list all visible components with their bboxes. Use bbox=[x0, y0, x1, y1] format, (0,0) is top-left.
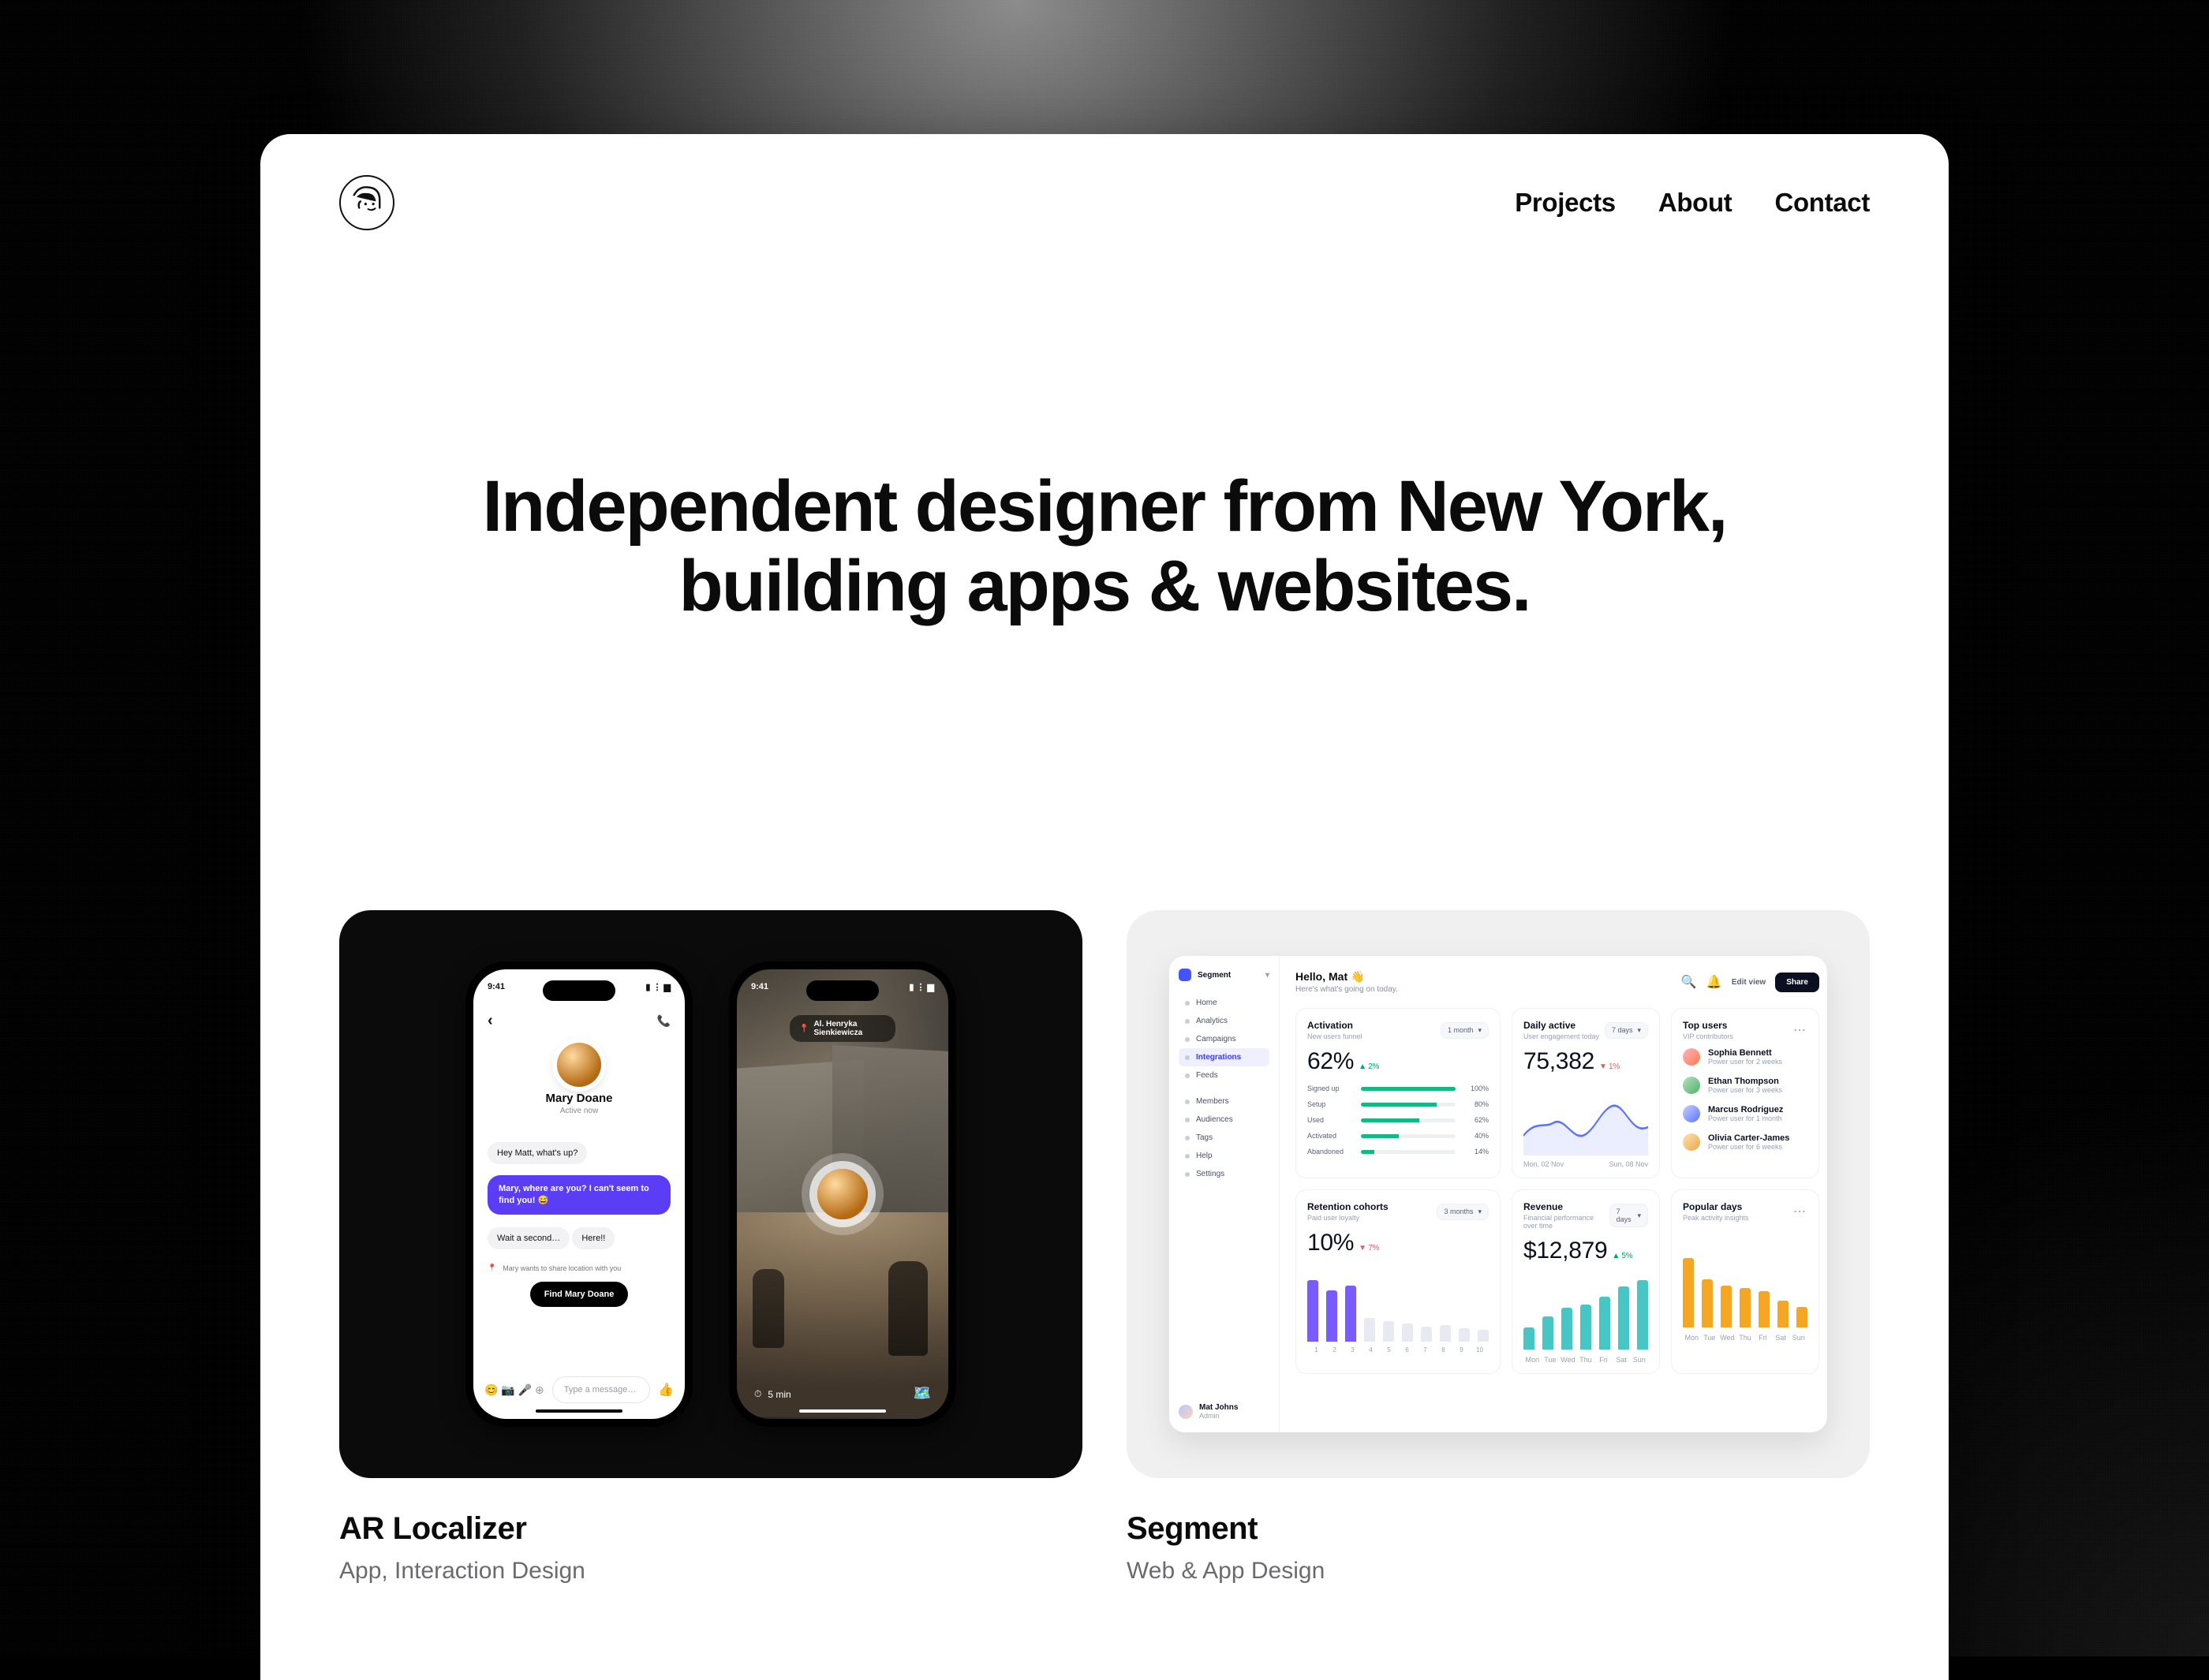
hello-sub: Here's what's going on today. bbox=[1295, 985, 1398, 994]
funnel-row: Abandoned14% bbox=[1307, 1148, 1489, 1155]
find-cta-button: Find Mary Doane bbox=[530, 1282, 629, 1307]
phone-mock-ar: 9:41▮ ⋮ ▆ 📍 Al. Henryka Sienkiewicza bbox=[729, 961, 956, 1427]
call-icon: 📞 bbox=[657, 1014, 671, 1028]
chat-bubble-incoming: Here!! bbox=[572, 1227, 615, 1249]
address-pill: 📍 Al. Henryka Sienkiewicza bbox=[790, 1015, 895, 1042]
ar-target-marker bbox=[817, 1169, 868, 1219]
hello-title: Hello, Mat 👋 bbox=[1295, 970, 1398, 984]
phone-mock-chat: 9:41 ▮ ⋮ ▆ ‹ 📞 Mary Doane Active now bbox=[465, 961, 693, 1427]
card-activation: Activation New users funnel 1 month▾ 62%… bbox=[1295, 1008, 1501, 1178]
sidebar-item: Audiences bbox=[1179, 1111, 1269, 1129]
sidebar-item: Settings bbox=[1179, 1165, 1269, 1183]
nav-projects[interactable]: Projects bbox=[1515, 188, 1616, 218]
message-input: Type a message… bbox=[552, 1376, 650, 1403]
location-share-row: 📍 Mary wants to share location with you bbox=[488, 1264, 671, 1272]
nav-about[interactable]: About bbox=[1658, 188, 1732, 218]
avatar-logo[interactable] bbox=[339, 175, 394, 230]
sidebar-item: Help bbox=[1179, 1147, 1269, 1165]
funnel-row: Used62% bbox=[1307, 1116, 1489, 1124]
brand-logo bbox=[1179, 969, 1191, 981]
sidebar-item: Campaigns bbox=[1179, 1030, 1269, 1048]
contact-status: Active now bbox=[473, 1107, 685, 1115]
search-icon: 🔍 bbox=[1681, 974, 1697, 990]
top-user-row: Sophia BennettPower user for 2 weeks bbox=[1683, 1048, 1807, 1066]
top-user-row: Ethan ThompsonPower user for 3 weeks bbox=[1683, 1077, 1807, 1094]
chat-bubble-outgoing: Mary, where are you? I can't seem to fin… bbox=[488, 1175, 671, 1215]
funnel-row: Signed up100% bbox=[1307, 1085, 1489, 1092]
hero-line-1: Independent designer from New York, bbox=[483, 466, 1727, 547]
sidebar-item: Integrations bbox=[1179, 1048, 1269, 1066]
project-thumb: 9:41 ▮ ⋮ ▆ ‹ 📞 Mary Doane Active now bbox=[339, 910, 1082, 1478]
map-toggle-icon: 🗺️ bbox=[914, 1385, 931, 1402]
back-arrow-icon: ‹ bbox=[488, 1012, 493, 1030]
sidebar-item: Tags bbox=[1179, 1129, 1269, 1147]
top-user-row: Marcus RodriguezPower user for 1 month bbox=[1683, 1105, 1807, 1122]
hero: Independent designer from New York, buil… bbox=[260, 230, 1949, 626]
message-input-bar: 😊 📷 🎤 ⊕ Type a message… 👍 bbox=[484, 1376, 674, 1403]
sparkline bbox=[1523, 1085, 1648, 1155]
chat-bubble-incoming: Hey Matt, what's up? bbox=[488, 1142, 587, 1164]
share-button: Share bbox=[1775, 973, 1819, 992]
nav-contact[interactable]: Contact bbox=[1774, 188, 1870, 218]
contact-name: Mary Doane bbox=[473, 1092, 685, 1105]
card-top-users: Top users VIP contributors ⋯ Sophia Benn… bbox=[1671, 1008, 1819, 1178]
projects-grid: 9:41 ▮ ⋮ ▆ ‹ 📞 Mary Doane Active now bbox=[260, 626, 1949, 1585]
card-popular-days: Popular days Peak activity insights ⋯ Mo… bbox=[1671, 1189, 1819, 1374]
hero-line-2: building apps & websites. bbox=[678, 546, 1530, 626]
pin-icon: 📍 bbox=[799, 1025, 809, 1033]
primary-nav: Projects About Contact bbox=[1515, 188, 1870, 218]
top-user-row: Olivia Carter-JamesPower user for 6 week… bbox=[1683, 1133, 1807, 1151]
duration-chip: ⏱5 min bbox=[754, 1388, 791, 1400]
card-daily-active: Daily active User engagement today 7 day… bbox=[1512, 1008, 1660, 1178]
more-icon: ⋯ bbox=[1792, 1204, 1807, 1219]
brand: Segment ▾ bbox=[1179, 969, 1269, 981]
project-title: AR Localizer bbox=[339, 1511, 1082, 1547]
funnel-row: Activated40% bbox=[1307, 1132, 1489, 1140]
hero-headline: Independent designer from New York, buil… bbox=[323, 467, 1886, 626]
dashboard-mock: Segment ▾ HomeAnalyticsCampaignsIntegrat… bbox=[1169, 956, 1827, 1432]
chevron-down-icon: ▾ bbox=[1265, 971, 1269, 980]
funnel-row: Setup80% bbox=[1307, 1100, 1489, 1108]
location-icon: 📍 bbox=[488, 1264, 496, 1272]
sidebar-item: Analytics bbox=[1179, 1012, 1269, 1030]
project-subtitle: App, Interaction Design bbox=[339, 1558, 1082, 1585]
clock-icon: ⏱ bbox=[754, 1388, 761, 1400]
sidebar-item: Home bbox=[1179, 994, 1269, 1012]
card-revenue: Revenue Financial performance over time … bbox=[1512, 1189, 1660, 1374]
sidebar-user: Mat Johns Admin bbox=[1179, 1403, 1269, 1420]
bell-icon: 🔔 bbox=[1706, 974, 1722, 990]
portfolio-page: Projects About Contact Independent desig… bbox=[260, 134, 1949, 1680]
input-icons: 😊 📷 🎤 ⊕ bbox=[484, 1383, 544, 1397]
contact-avatar bbox=[557, 1043, 601, 1087]
edit-view-link: Edit view bbox=[1732, 978, 1766, 987]
chevron-down-icon: ▾ bbox=[1478, 1026, 1482, 1035]
sidebar: Segment ▾ HomeAnalyticsCampaignsIntegrat… bbox=[1169, 956, 1280, 1432]
thumbs-up-icon: 👍 bbox=[658, 1382, 674, 1398]
chat-bubble-incoming: Wait a second… bbox=[488, 1227, 570, 1249]
status-icons: ▮ ⋮ ▆ bbox=[645, 982, 671, 992]
header: Projects About Contact bbox=[260, 134, 1949, 230]
face-icon bbox=[346, 182, 387, 223]
project-card-ar-localizer[interactable]: 9:41 ▮ ⋮ ▆ ‹ 📞 Mary Doane Active now bbox=[339, 910, 1082, 1585]
project-card-segment[interactable]: Segment ▾ HomeAnalyticsCampaignsIntegrat… bbox=[1127, 910, 1870, 1585]
project-subtitle: Web & App Design bbox=[1127, 1558, 1870, 1585]
card-retention: Retention cohorts Paid user loyalty 3 mo… bbox=[1295, 1189, 1501, 1374]
status-time: 9:41 bbox=[488, 982, 505, 992]
dashboard-main: Hello, Mat 👋 Here's what's going on toda… bbox=[1280, 956, 1827, 1432]
sidebar-item: Feeds bbox=[1179, 1066, 1269, 1085]
project-thumb: Segment ▾ HomeAnalyticsCampaignsIntegrat… bbox=[1127, 910, 1870, 1478]
project-title: Segment bbox=[1127, 1511, 1870, 1547]
more-icon: ⋯ bbox=[1792, 1022, 1807, 1038]
sidebar-item: Members bbox=[1179, 1092, 1269, 1111]
